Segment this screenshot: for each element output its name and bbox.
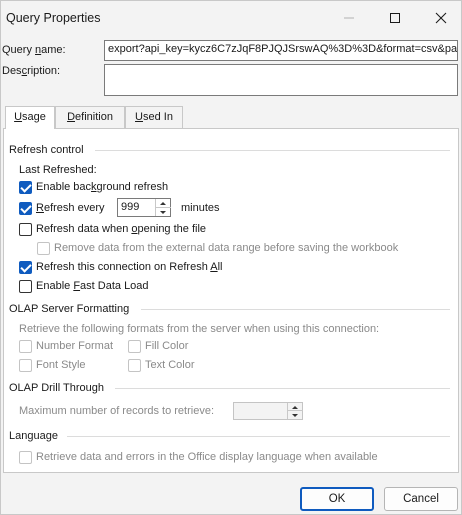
last-refreshed-label: Last Refreshed: xyxy=(19,164,97,176)
minutes-label: minutes xyxy=(181,202,220,214)
refresh-every-checkbox[interactable] xyxy=(19,202,32,215)
olap-formatting-heading: OLAP Server Formatting xyxy=(9,303,130,315)
text-color-label: Text Color xyxy=(145,359,195,371)
query-name-label: Query name: xyxy=(2,44,66,56)
description-label: Description: xyxy=(2,65,61,77)
text-color-checkbox xyxy=(128,359,141,372)
olap-formatting-description: Retrieve the following formats from the … xyxy=(19,323,380,335)
remove-data-label: Remove data from the external data range… xyxy=(54,242,399,254)
minimize-button[interactable] xyxy=(326,1,372,35)
stepper-buttons xyxy=(287,403,303,419)
stepper-down-icon[interactable] xyxy=(156,208,171,217)
stepper-buttons xyxy=(155,199,171,217)
fill-color-label: Fill Color xyxy=(145,340,189,352)
refresh-all-label: Refresh this connection on Refresh All xyxy=(36,261,223,273)
tab-definition[interactable]: Definition xyxy=(55,106,125,128)
font-style-label: Font Style xyxy=(36,359,86,371)
window-title: Query Properties xyxy=(6,11,101,25)
olap-drill-heading: OLAP Drill Through xyxy=(9,382,104,394)
refresh-all-checkbox[interactable] xyxy=(19,261,32,274)
enable-background-refresh-label: Enable background refresh xyxy=(36,181,169,193)
stepper-down-icon xyxy=(288,411,303,419)
tab-usage[interactable]: Usage xyxy=(5,106,55,129)
fast-data-load-label: Enable Fast Data Load xyxy=(36,280,149,292)
close-icon xyxy=(435,12,447,24)
refresh-minutes-value[interactable]: 999 xyxy=(121,201,139,213)
number-format-checkbox xyxy=(19,340,32,353)
refresh-on-open-checkbox[interactable] xyxy=(19,223,32,236)
remove-data-checkbox xyxy=(37,242,50,255)
enable-background-refresh-checkbox[interactable] xyxy=(19,181,32,194)
title-bar[interactable]: Query Properties xyxy=(1,1,461,35)
section-divider xyxy=(67,436,450,437)
usage-panel xyxy=(3,128,459,473)
stepper-up-icon xyxy=(288,403,303,411)
minimize-icon xyxy=(344,17,354,19)
fast-data-load-checkbox[interactable] xyxy=(19,280,32,293)
max-records-label: Maximum number of records to retrieve: xyxy=(19,405,215,417)
section-divider xyxy=(95,150,450,151)
description-input[interactable] xyxy=(104,64,458,96)
refresh-control-heading: Refresh control xyxy=(9,144,84,156)
section-divider xyxy=(115,388,450,389)
close-button[interactable] xyxy=(418,1,462,35)
font-style-checkbox xyxy=(19,359,32,372)
refresh-every-label: Refresh every xyxy=(36,202,105,214)
refresh-minutes-stepper[interactable]: 999 xyxy=(117,198,171,217)
stepper-up-icon[interactable] xyxy=(156,199,171,208)
section-divider xyxy=(141,309,450,310)
cancel-button[interactable]: Cancel xyxy=(384,487,458,511)
query-properties-dialog: Query Properties Query name: export?api_… xyxy=(0,0,462,515)
tab-used-in[interactable]: Used In xyxy=(125,106,183,128)
retrieve-language-label: Retrieve data and errors in the Office d… xyxy=(36,451,378,463)
max-records-stepper xyxy=(233,402,303,420)
retrieve-language-checkbox xyxy=(19,451,32,464)
number-format-label: Number Format xyxy=(36,340,114,352)
maximize-icon xyxy=(390,13,400,23)
language-heading: Language xyxy=(9,430,58,442)
maximize-button[interactable] xyxy=(372,1,418,35)
ok-button[interactable]: OK xyxy=(300,487,374,511)
query-name-input[interactable]: export?api_key=kycz6C7zJqF8PJQJSrswAQ%3D… xyxy=(104,40,458,61)
refresh-on-open-label: Refresh data when opening the file xyxy=(36,223,207,235)
fill-color-checkbox xyxy=(128,340,141,353)
